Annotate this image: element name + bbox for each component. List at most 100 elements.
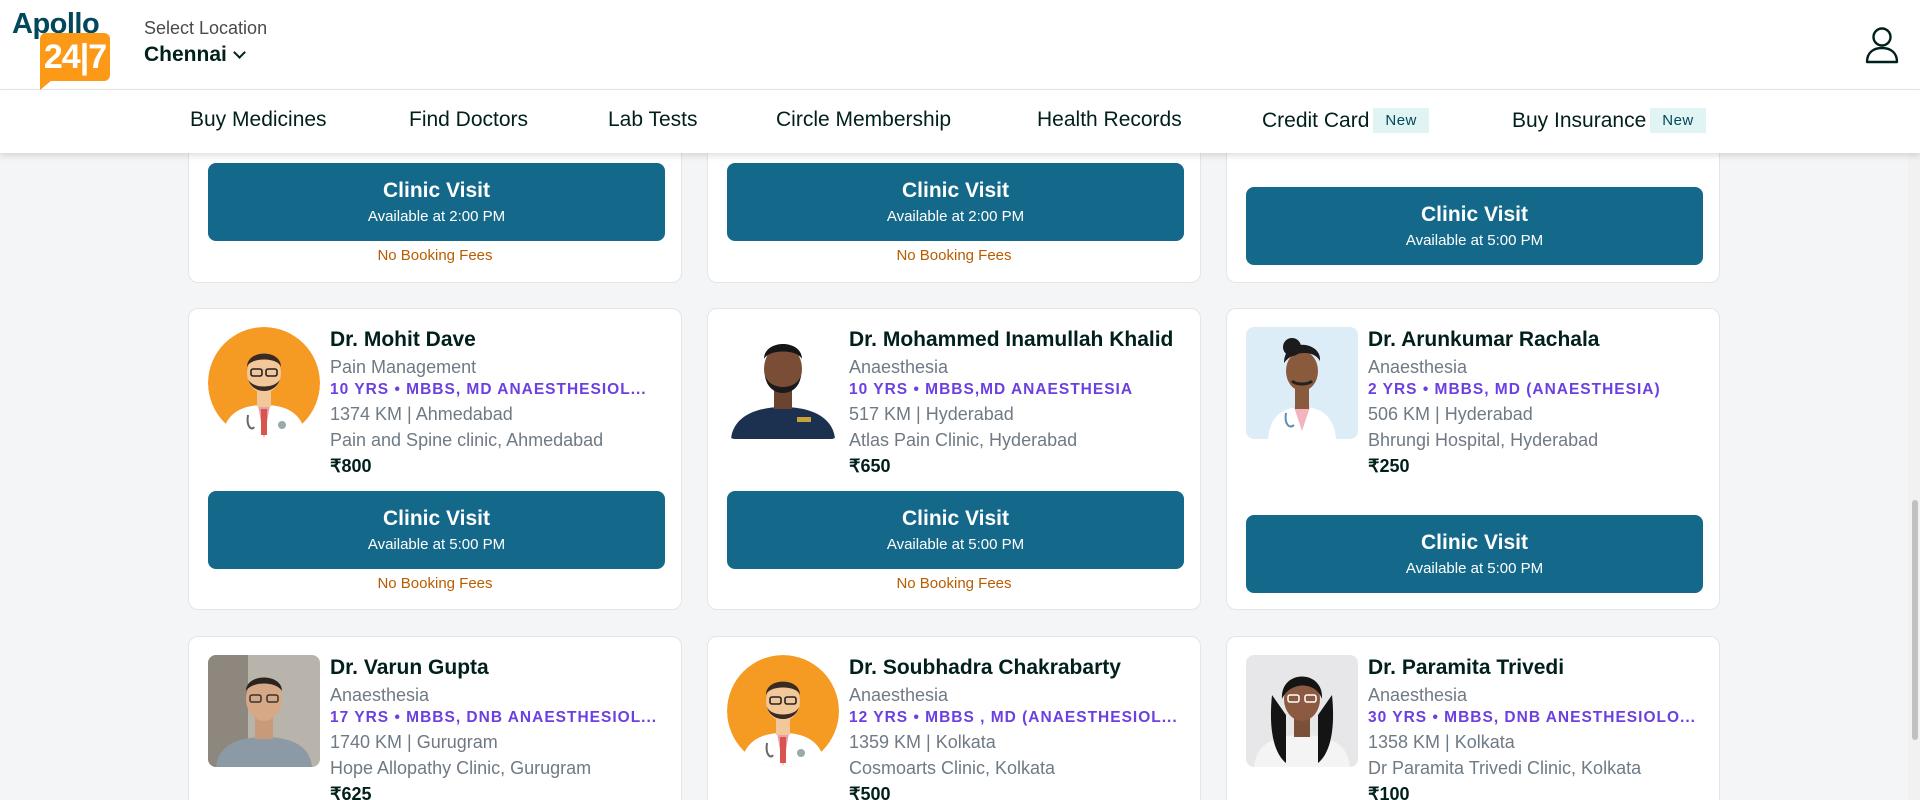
- doctor-distance: 1358 KM | Kolkata: [1368, 732, 1515, 752]
- doctor-fee: ₹100: [1368, 784, 1410, 800]
- doctor-photo: [208, 655, 320, 767]
- doctor-card[interactable]: Dr. Paramita Trivedi Anaesthesia 30 YRS …: [1226, 636, 1720, 800]
- doctor-specialty: Anaesthesia: [1368, 357, 1468, 377]
- doctor-info: Dr. Mohit Dave Pain Management 10 YRS • …: [330, 327, 665, 479]
- doctor-avatar: [727, 655, 839, 767]
- nav-health-records[interactable]: Health Records: [1037, 108, 1182, 132]
- button-availability: Available at 2:00 PM: [367, 208, 506, 225]
- nav-label: Health Records: [1037, 108, 1182, 131]
- doctor-distance: 1740 KM | Gurugram: [330, 732, 498, 752]
- doctor-name[interactable]: Dr. Mohammed Inamullah Khalid: [849, 327, 1184, 353]
- location-label: Select Location: [144, 18, 268, 38]
- doctor-specialty: Pain Management: [330, 357, 477, 377]
- apollo-logo[interactable]: Apollo 24|7: [12, 8, 112, 90]
- location-city-row[interactable]: Chennai: [144, 43, 267, 67]
- doctor-clinic: Cosmoarts Clinic, Kolkata: [849, 758, 1056, 778]
- doctor-name[interactable]: Dr. Mohit Dave: [330, 327, 665, 353]
- doctor-qualifications: 2 YRS • MBBS, MD (ANAESTHESIA): [1368, 381, 1661, 398]
- new-badge: New: [1650, 108, 1706, 133]
- doctor-avatar: [208, 327, 320, 439]
- nav-circle-membership[interactable]: Circle Membership: [776, 108, 951, 132]
- doctor-qualifications: 10 YRS • MBBS, MD ANAESTHESIOL...: [330, 381, 647, 398]
- doctor-clinic: Atlas Pain Clinic, Hyderabad: [849, 430, 1078, 450]
- doctor-photo: [1246, 655, 1358, 767]
- user-account-icon[interactable]: [1864, 26, 1900, 64]
- button-availability: Available at 5:00 PM: [1405, 232, 1544, 249]
- doctor-card[interactable]: Dr. Varun Gupta Anaesthesia 17 YRS • MBB…: [188, 636, 682, 800]
- doctor-qualifications: 10 YRS • MBBS,MD ANAESTHESIA: [849, 381, 1134, 398]
- doctor-clinic: Hope Allopathy Clinic, Gurugram: [330, 758, 592, 778]
- button-availability: Available at 5:00 PM: [1405, 560, 1544, 577]
- doctor-info: Dr. Soubhadra Chakrabarty Anaesthesia 12…: [849, 655, 1184, 800]
- doctor-name[interactable]: Dr. Varun Gupta: [330, 655, 665, 681]
- clinic-visit-button[interactable]: Clinic Visit Available at 5:00 PM: [1246, 515, 1703, 593]
- doctor-distance: 506 KM | Hyderabad: [1368, 404, 1533, 424]
- button-title: Clinic Visit: [383, 179, 490, 202]
- button-title: Clinic Visit: [902, 507, 1009, 530]
- nav-label: Credit Card: [1262, 109, 1370, 132]
- doctor-distance: 1359 KM | Kolkata: [849, 732, 996, 752]
- doctor-specialty: Anaesthesia: [849, 357, 949, 377]
- doctor-info: Dr. Arunkumar Rachala Anaesthesia 2 YRS …: [1368, 327, 1703, 479]
- nav-buy-insurance[interactable]: Buy Insurance New: [1512, 108, 1706, 133]
- nav-label: Buy Medicines: [190, 108, 327, 131]
- doctor-info: Dr. Mohammed Inamullah Khalid Anaesthesi…: [849, 327, 1184, 479]
- doctor-fee: ₹250: [1368, 456, 1410, 476]
- button-title: Clinic Visit: [1421, 203, 1528, 226]
- doctor-info: Dr. Varun Gupta Anaesthesia 17 YRS • MBB…: [330, 655, 665, 800]
- nav-label: Circle Membership: [776, 108, 952, 131]
- nav-credit-card[interactable]: Credit Card New: [1262, 108, 1429, 133]
- doctor-qualifications: 30 YRS • MBBS, DNB ANESTHESIOLO...: [1368, 709, 1696, 726]
- nav-label: Lab Tests: [608, 108, 698, 131]
- doctor-card[interactable]: Dr. Mohit Dave Pain Management 10 YRS • …: [188, 308, 682, 610]
- button-title: Clinic Visit: [902, 179, 1009, 202]
- main-nav: Buy Medicines Find Doctors Lab Tests Cir…: [0, 90, 1920, 153]
- nav-lab-tests[interactable]: Lab Tests: [608, 108, 698, 132]
- clinic-visit-button[interactable]: Clinic Visit Available at 5:00 PM: [208, 491, 665, 569]
- top-header: Apollo 24|7 Select Location Chennai: [0, 0, 1920, 90]
- doctor-distance: 517 KM | Hyderabad: [849, 404, 1014, 424]
- no-booking-fees: No Booking Fees: [377, 575, 493, 592]
- doctor-avatar: [1246, 327, 1358, 439]
- doctor-info: Dr. Paramita Trivedi Anaesthesia 30 YRS …: [1368, 655, 1703, 800]
- button-availability: Available at 5:00 PM: [886, 536, 1025, 553]
- no-booking-fees: No Booking Fees: [896, 575, 1012, 592]
- doctor-card[interactable]: Dr. Arunkumar Rachala Anaesthesia 2 YRS …: [1226, 308, 1720, 610]
- doctor-fee: ₹800: [330, 456, 372, 476]
- doctor-fee: ₹625: [330, 784, 372, 800]
- doctor-specialty: Anaesthesia: [330, 685, 430, 705]
- location-selector[interactable]: Select Location Chennai: [144, 18, 267, 67]
- doctor-specialty: Anaesthesia: [1368, 685, 1468, 705]
- nav-label: Buy Insurance: [1512, 109, 1647, 132]
- scrollbar-thumb[interactable]: [1912, 500, 1918, 740]
- doctor-name[interactable]: Dr. Paramita Trivedi: [1368, 655, 1703, 681]
- nav-label: Find Doctors: [409, 108, 529, 131]
- doctor-name[interactable]: Dr. Soubhadra Chakrabarty: [849, 655, 1184, 681]
- logo-badge: 24|7: [40, 33, 110, 90]
- nav-find-doctors[interactable]: Find Doctors: [409, 108, 528, 132]
- doctor-qualifications: 17 YRS • MBBS, DNB ANAESTHESIOL...: [330, 709, 658, 726]
- doctor-specialty: Anaesthesia: [849, 685, 949, 705]
- no-booking-fees: No Booking Fees: [377, 247, 493, 264]
- nav-buy-medicines[interactable]: Buy Medicines: [190, 108, 327, 132]
- doctor-qualifications: 12 YRS • MBBS , MD (ANAESTHESIOL...: [849, 709, 1178, 726]
- doctor-name[interactable]: Dr. Arunkumar Rachala: [1368, 327, 1703, 353]
- doctor-distance: 1374 KM | Ahmedabad: [330, 404, 513, 424]
- chevron-down-icon: [232, 46, 246, 59]
- clinic-visit-button[interactable]: Clinic Visit Available at 5:00 PM: [1246, 187, 1703, 265]
- doctor-card[interactable]: Dr. Mohammed Inamullah Khalid Anaesthesi…: [707, 308, 1201, 610]
- button-title: Clinic Visit: [383, 507, 490, 530]
- no-booking-fees: No Booking Fees: [896, 247, 1012, 264]
- clinic-visit-button[interactable]: Clinic Visit Available at 2:00 PM: [208, 163, 665, 241]
- doctor-clinic: Dr Paramita Trivedi Clinic, Kolkata: [1368, 758, 1642, 778]
- doctor-clinic: Bhrungi Hospital, Hyderabad: [1368, 430, 1599, 450]
- button-availability: Available at 2:00 PM: [886, 208, 1025, 225]
- doctor-fee: ₹650: [849, 456, 891, 476]
- clinic-visit-button[interactable]: Clinic Visit Available at 2:00 PM: [727, 163, 1184, 241]
- location-city: Chennai: [144, 43, 227, 66]
- doctor-clinic: Pain and Spine clinic, Ahmedabad: [330, 430, 604, 450]
- button-availability: Available at 5:00 PM: [367, 536, 506, 553]
- doctor-card[interactable]: Dr. Soubhadra Chakrabarty Anaesthesia 12…: [707, 636, 1201, 800]
- new-badge: New: [1373, 108, 1429, 133]
- clinic-visit-button[interactable]: Clinic Visit Available at 5:00 PM: [727, 491, 1184, 569]
